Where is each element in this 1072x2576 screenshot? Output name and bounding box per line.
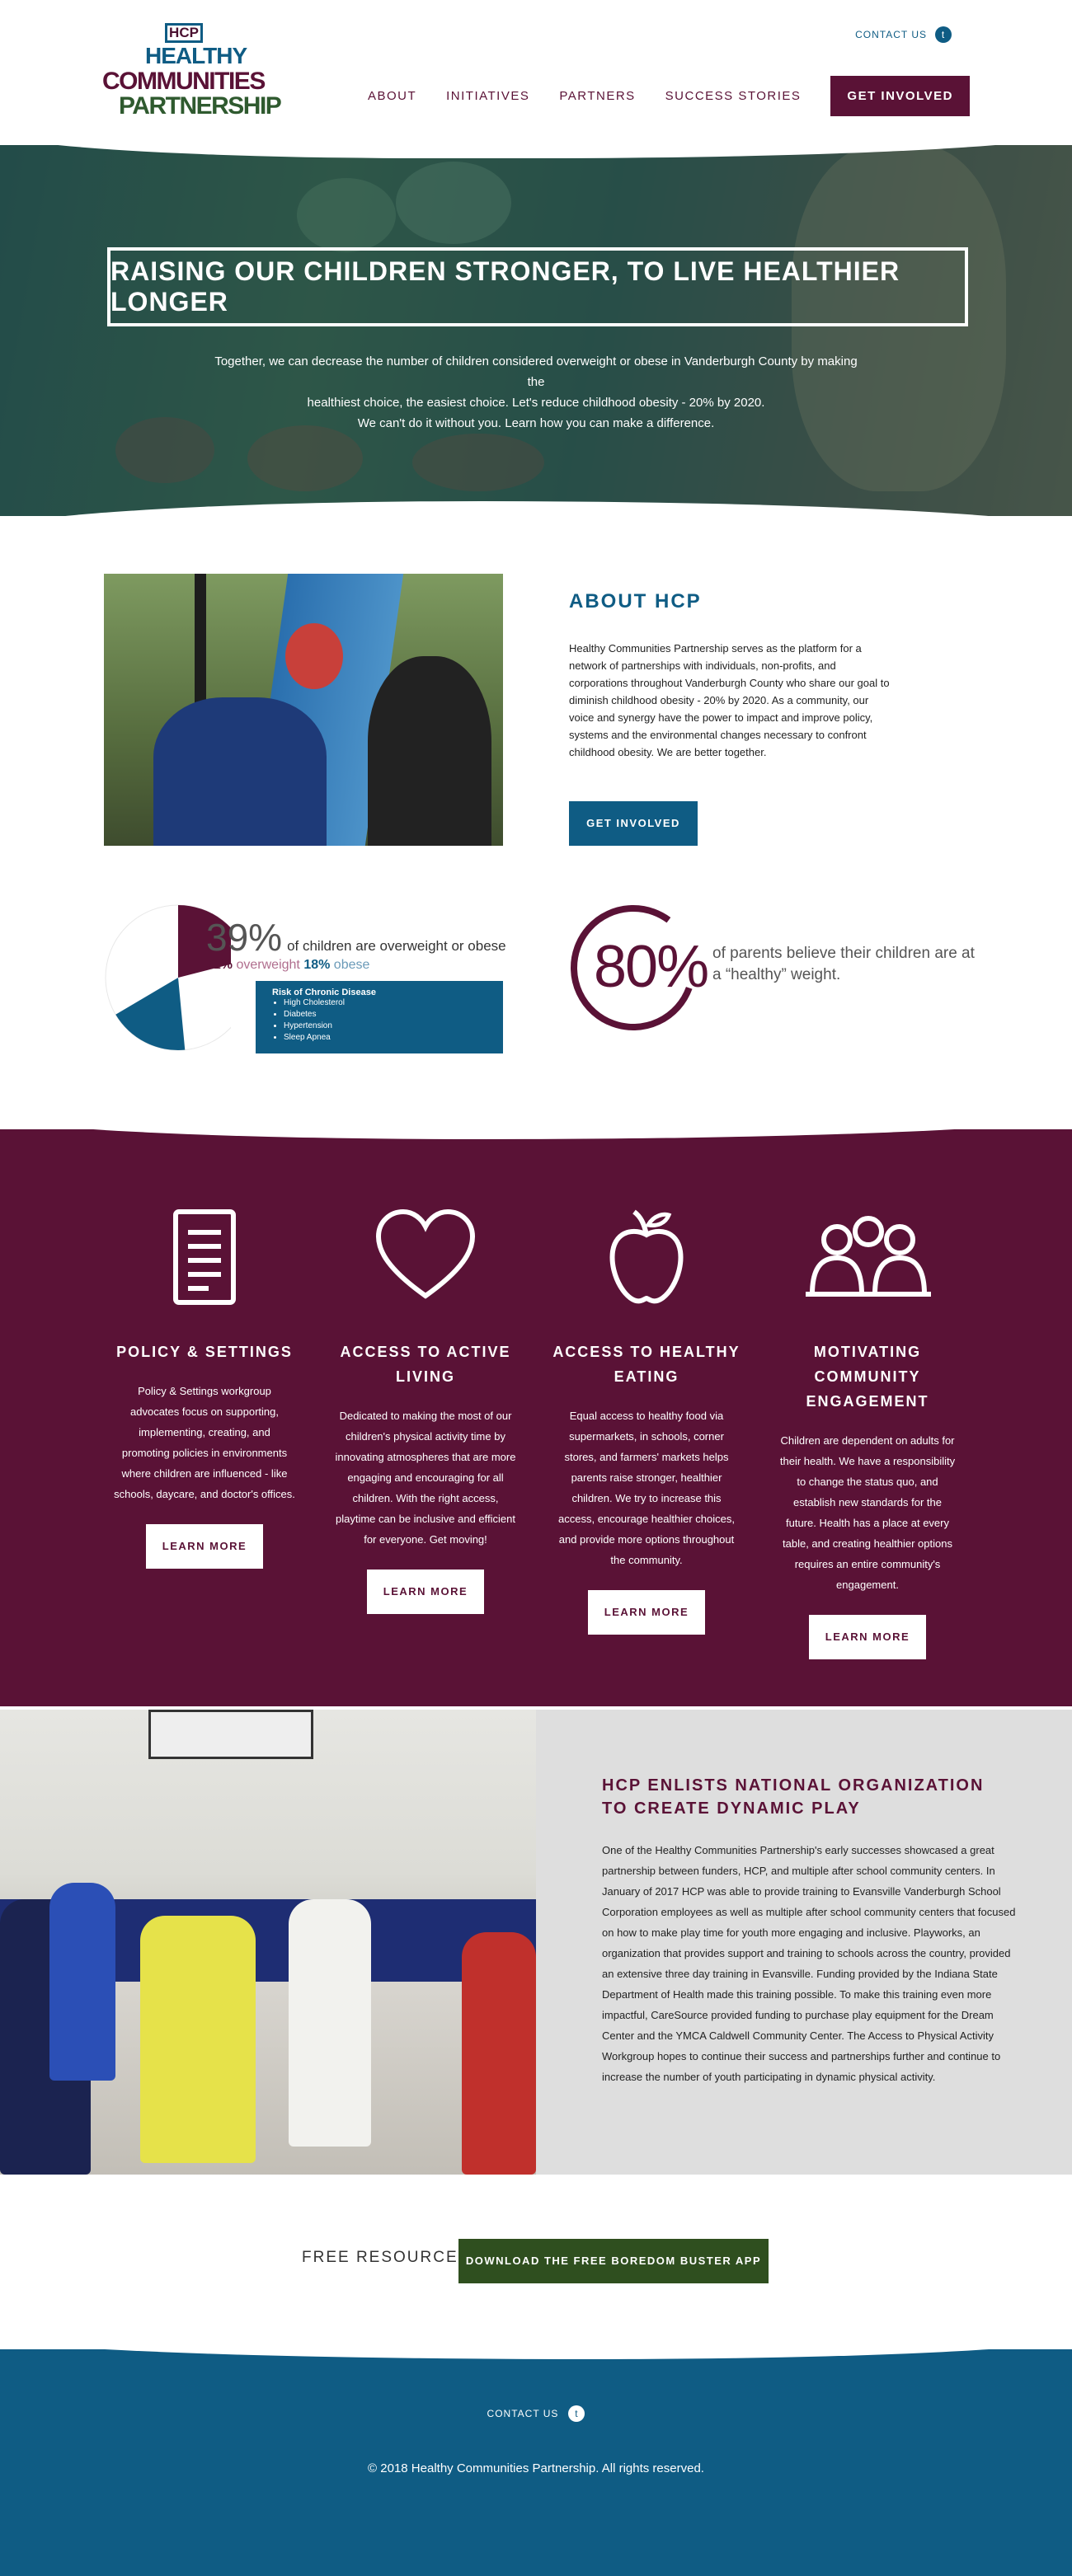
twitter-icon[interactable]: t	[568, 2405, 585, 2422]
learn-more-button[interactable]: LEARN MORE	[146, 1524, 263, 1569]
photo-shape	[462, 1932, 536, 2175]
stat-breakdown: 21% overweight 18% obese	[206, 958, 369, 973]
logo-line-partnership: PARTNERSHIP	[119, 92, 282, 120]
initiative-active-living: ACCESS TO ACTIVE LIVING Dedicated to mak…	[327, 1204, 524, 1614]
about-title: ABOUT HCP	[569, 590, 702, 612]
page: HCP HEALTHY COMMUNITIES PARTNERSHIP CONT…	[0, 0, 1072, 2576]
about-photo	[104, 574, 503, 846]
logo-line-healthy: HEALTHY	[145, 43, 247, 68]
photo-shape	[140, 1916, 256, 2163]
free-resource-label: FREE RESOURCE:	[302, 2249, 464, 2266]
hero-overlay	[0, 145, 1072, 516]
header-contact: CONTACT US t	[855, 26, 952, 43]
initiative-text: Policy & Settings workgroup advocates fo…	[114, 1385, 295, 1500]
photo-shape	[153, 697, 327, 846]
hero-line-1: Together, we can decrease the number of …	[214, 354, 858, 389]
twitter-icon[interactable]: t	[935, 26, 952, 43]
band-wave	[0, 1113, 1072, 1139]
stat-80-value: 80%	[594, 934, 709, 1000]
photo-shape	[368, 656, 491, 846]
stat-39-text: of children are overweight or obese	[287, 938, 506, 954]
nav-partners[interactable]: PARTNERS	[559, 89, 635, 103]
overweight-label: overweight	[236, 958, 300, 972]
copyright: © 2018 Healthy Communities Partnership. …	[368, 2461, 704, 2475]
nav-about[interactable]: ABOUT	[368, 89, 416, 103]
initiative-title: MOTIVATING COMMUNITY ENGAGEMENT	[806, 1344, 929, 1410]
stat-39-value: 39%	[206, 916, 283, 959]
obese-label: obese	[333, 958, 370, 972]
photo-shape	[285, 623, 343, 689]
stat-39: 39% of children are overweight or obese	[206, 915, 506, 960]
photo-shape	[289, 1899, 371, 2147]
hero-title: RAISING OUR CHILDREN STRONGER, TO LIVE H…	[110, 256, 900, 317]
hero-title-box: RAISING OUR CHILDREN STRONGER, TO LIVE H…	[107, 247, 968, 326]
hero-banner: RAISING OUR CHILDREN STRONGER, TO LIVE H…	[0, 145, 1072, 516]
footer-wave	[0, 2334, 1072, 2359]
nav-success-stories[interactable]: SUCCESS STORIES	[665, 89, 802, 103]
apple-icon	[609, 1209, 684, 1304]
download-app-button[interactable]: DOWNLOAD THE FREE BOREDOM BUSTER APP	[458, 2239, 769, 2283]
hero-text: Together, we can decrease the number of …	[206, 351, 866, 434]
hcp-logo[interactable]: HCP HEALTHY COMMUNITIES PARTNERSHIP	[102, 23, 282, 122]
footer-contact: CONTACT US t	[0, 2405, 1072, 2422]
nav-initiatives[interactable]: INITIATIVES	[446, 89, 529, 103]
gym-photo	[0, 1710, 536, 2175]
hero-line-2: healthiest choice, the easiest choice. L…	[307, 396, 765, 410]
risk-item: Diabetes	[284, 1009, 487, 1021]
contact-us-link[interactable]: CONTACT US	[855, 29, 927, 40]
about-text: Healthy Communities Partnership serves a…	[569, 642, 890, 758]
dynamic-text: One of the Healthy Communities Partnersh…	[602, 1844, 1016, 2083]
initiative-title: ACCESS TO ACTIVE LIVING	[340, 1344, 511, 1385]
site-footer: CONTACT US t © 2018 Healthy Communities …	[0, 2334, 1072, 2576]
stat-80-text: of parents believe their children are at…	[712, 945, 975, 983]
people-icon	[806, 1216, 931, 1297]
photo-shape	[148, 1710, 313, 1759]
heart-icon	[375, 1208, 476, 1299]
risk-item: Sleep Apnea	[284, 1032, 487, 1044]
logo-badge: HCP	[165, 23, 203, 43]
initiative-title: POLICY & SETTINGS	[116, 1344, 293, 1360]
risk-item: Hypertension	[284, 1021, 487, 1032]
initiative-community: MOTIVATING COMMUNITY ENGAGEMENT Children…	[769, 1204, 966, 1659]
initiative-title: ACCESS TO HEALTHY EATING	[552, 1344, 741, 1385]
dynamic-title: HCP ENLISTS NATIONAL ORGANIZATION TO CRE…	[602, 1776, 985, 1818]
get-involved-nav-button[interactable]: GET INVOLVED	[830, 76, 970, 116]
learn-more-button[interactable]: LEARN MORE	[809, 1615, 926, 1659]
obese-pct: 18%	[303, 958, 331, 972]
risk-box: Risk of Chronic Disease High Cholesterol…	[256, 981, 503, 1053]
initiative-healthy-eating: ACCESS TO HEALTHY EATING Equal access to…	[548, 1204, 745, 1635]
main-nav: ABOUT INITIATIVES PARTNERS SUCCESS STORI…	[368, 76, 970, 116]
hero-line-3: We can't do it without you. Learn how yo…	[357, 416, 715, 430]
footer-contact-link[interactable]: CONTACT US	[487, 2408, 559, 2419]
document-icon	[173, 1209, 236, 1305]
overweight-pct: 21%	[206, 958, 233, 972]
initiative-text: Children are dependent on adults for the…	[779, 1434, 956, 1591]
about-get-involved-button[interactable]: GET INVOLVED	[569, 801, 698, 846]
initiative-policy: POLICY & SETTINGS Policy & Settings work…	[106, 1204, 303, 1569]
risk-item: High Cholesterol	[284, 997, 487, 1009]
learn-more-button[interactable]: LEARN MORE	[588, 1590, 705, 1635]
risk-title: Risk of Chronic Disease	[272, 988, 376, 997]
photo-shape	[49, 1883, 115, 2081]
initiative-text: Dedicated to making the most of our chil…	[335, 1410, 516, 1546]
logo-line-communities: COMMUNITIES	[102, 68, 266, 95]
initiative-text: Equal access to healthy food via superma…	[558, 1410, 735, 1566]
learn-more-button[interactable]: LEARN MORE	[367, 1570, 484, 1614]
stat-80-ring: 80%	[569, 903, 709, 1032]
site-header: HCP HEALTHY COMMUNITIES PARTNERSHIP CONT…	[0, 0, 1072, 148]
